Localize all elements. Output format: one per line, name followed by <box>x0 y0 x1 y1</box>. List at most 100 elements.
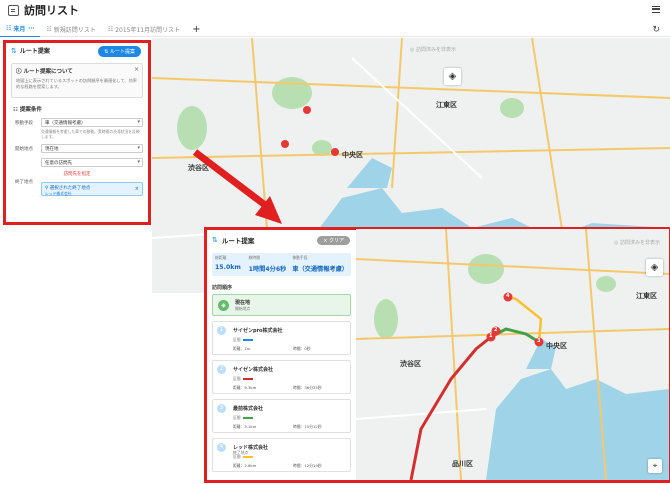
button-label: クリア <box>328 238 344 244</box>
stat-value: 車（交通情報考慮） <box>292 266 348 273</box>
start-sub: 開始地点 <box>235 305 251 311</box>
stop-time: 時間：0秒 <box>293 346 311 351</box>
close-icon[interactable]: × <box>134 66 139 73</box>
next-select[interactable]: 任意の訪問先 <box>41 158 143 167</box>
specify-visit-link[interactable]: 訪問先を指定 <box>6 171 148 177</box>
tab-new-visit-list[interactable]: ☷ 新規訪問リスト <box>40 22 101 37</box>
close-icon[interactable]: × <box>135 186 139 192</box>
settings-icon: ☷ <box>13 107 18 113</box>
stat-value: 1時間4分6秒 <box>248 266 287 273</box>
stop-number: 2 <box>217 365 226 374</box>
stop-number: 3 <box>217 404 226 413</box>
stop-name: サイゼン株式会社 <box>233 367 274 373</box>
end-label: 終了地点 <box>15 180 33 185</box>
tab-next-month[interactable]: ☷ 来月 ⋯ <box>0 22 41 37</box>
pin-1[interactable]: 1 <box>489 333 492 339</box>
clear-button[interactable]: × クリア <box>317 236 350 245</box>
route-stats: 総距離 15.0km 総時間 1時間4分6秒 移動手段 車（交通情報考慮） <box>212 253 351 276</box>
route-suggest-button[interactable]: ⇅ ルート提案 <box>98 46 141 57</box>
leg-color-line <box>243 456 253 458</box>
stop-list: 1 サイゼンpro株式会社 区間 距離：1m 時間：0秒 2 サイゼン株式会社 区間 距離：9.… <box>207 321 356 472</box>
stop-distance: 距離：1m <box>233 346 251 351</box>
stop-card[interactable]: 4 レッド株式会社 終了地点 区間 距離：2.6km 時間：12分19秒 <box>212 438 351 472</box>
result-header: ⇅ ルート提案 × クリア <box>207 230 356 250</box>
layers-icon[interactable]: ◈ <box>646 259 663 276</box>
panel-header: ⇅ ルート提案 ⇅ ルート提案 <box>6 43 148 58</box>
map-label-chuo: 中央区 <box>546 342 567 350</box>
leg-label: 区間 <box>233 415 241 420</box>
tab-2015-11-visit-list[interactable]: ☷ 2015年11月訪問リスト <box>102 22 186 37</box>
layers-icon[interactable]: ◈ <box>444 68 461 85</box>
stop-distance: 距離：3.1km <box>233 424 257 429</box>
map-front[interactable]: 1 2 3 4 ◎ 訪問済みを非表示 ◈ ⌖ 中央区 江東区 渋谷区 品川区 <box>356 229 669 480</box>
app-title: 訪問リスト <box>24 4 79 17</box>
list-icon: ☷ <box>46 25 52 33</box>
start-select[interactable]: 現在地 <box>41 144 143 153</box>
start-row: 開始地点 現在地 <box>15 144 143 153</box>
menu-icon[interactable] <box>652 6 660 13</box>
stop-card[interactable]: 3 最前株式会社 区間 距離：3.1km 時間：15分12秒 <box>212 399 351 433</box>
start-name: 現在地 <box>235 299 251 306</box>
pin-4[interactable]: 4 <box>506 293 509 299</box>
stop-card[interactable]: 1 サイゼンpro株式会社 区間 距離：1m 時間：0秒 <box>212 321 351 355</box>
tab-label: 2015年11月訪問リスト <box>115 26 181 34</box>
refresh-icon[interactable]: ↻ <box>652 25 660 35</box>
stop-time: 時間：36分35秒 <box>293 385 322 390</box>
tab-label: 新規訪問リスト <box>53 26 96 34</box>
toggle-label: 訪問済みを非表示 <box>619 240 660 246</box>
list-icon: ☷ <box>107 25 114 33</box>
leg-label: 区間 <box>233 454 241 459</box>
tab-label: 来月 <box>13 26 26 33</box>
stop-name: サイゼンpro株式会社 <box>233 328 283 334</box>
leg-color-line <box>243 417 253 419</box>
stat-value: 15.0km <box>215 264 241 271</box>
start-point-card[interactable]: ◈ 現在地 開始地点 <box>212 294 351 316</box>
route-result-panel: ⇅ ルート提案 × クリア 総距離 15.0km 総時間 1時間4分6秒 移動手… <box>207 230 356 480</box>
transport-select[interactable]: 車（交通情報考慮） <box>41 118 143 127</box>
route-swap-icon: ⇅ <box>11 46 17 55</box>
transport-row: 移動手段 車（交通情報考慮） <box>15 118 143 127</box>
map-label-shibuya: 渋谷区 <box>188 164 209 172</box>
pin-2[interactable]: 2 <box>494 327 497 333</box>
next-row: 任意の訪問先 <box>15 158 143 167</box>
end-destination[interactable]: ⚲ 選択された終了地点 レッド株式会社 × <box>41 182 143 196</box>
info-box: ⓘ ルート提案について 地図上に表示されているスポットの訪問順序を最適化して、効… <box>11 63 143 98</box>
leg-color-line <box>243 378 253 380</box>
hide-visited-toggle[interactable]: ◎ 訪問済みを非表示 <box>614 239 660 247</box>
leg-label: 区間 <box>233 337 241 342</box>
list-icon: ☷ <box>6 25 12 32</box>
route-suggestion-panel: ⇅ ルート提案 ⇅ ルート提案 ⓘ ルート提案について 地図上に表示されているス… <box>3 40 151 225</box>
button-label: ルート提案 <box>109 49 135 55</box>
stop-time: 時間：12分19秒 <box>293 463 322 468</box>
leg-label: 区間 <box>233 376 241 381</box>
map-label-koto: 江東区 <box>436 101 457 109</box>
locate-icon[interactable]: ⌖ <box>648 459 662 473</box>
info-title: ルート提案について <box>23 69 73 75</box>
more-icon[interactable]: ⋯ <box>28 25 34 32</box>
stop-card[interactable]: 2 サイゼン株式会社 区間距離：9.3km 時間：36分35秒 <box>212 360 351 394</box>
app-header: 訪問リスト <box>0 0 670 20</box>
pin-3[interactable]: 3 <box>537 338 540 344</box>
end-sub: レッド株式会社 <box>45 191 72 196</box>
stat-distance: 総距離 15.0km <box>212 253 246 276</box>
conditions-title: ☷ 提案条件 <box>13 105 148 113</box>
map-front-canvas <box>356 229 669 480</box>
stop-distance: 距離：2.6km <box>233 463 257 468</box>
stop-number: 4 <box>217 443 226 452</box>
map-label-shinagawa: 品川区 <box>452 460 473 468</box>
tab-bar: ☷ 来月 ⋯ ☷ 新規訪問リスト ☷ 2015年11月訪問リスト + <box>0 22 670 37</box>
map-label-chuo: 中央区 <box>342 151 363 159</box>
toggle-label: 訪問済みを非表示 <box>415 47 456 53</box>
hide-visited-toggle[interactable]: ◎ 訪問済みを非表示 <box>410 46 456 54</box>
panel-title: ルート提案 <box>19 48 50 55</box>
info-body: 地図上に表示されているスポットの訪問順序を最適化して、効率的な経路を提案します。 <box>16 78 137 89</box>
start-label: 開始地点 <box>15 146 33 152</box>
stat-time: 総時間 1時間4分6秒 <box>246 253 290 276</box>
conditions-label: 提案条件 <box>19 107 42 113</box>
map-label-koto: 江東区 <box>636 292 657 300</box>
app-list-icon <box>8 4 19 16</box>
info-icon: ⓘ <box>16 69 22 75</box>
result-title: ルート提案 <box>221 237 255 245</box>
add-tab-button[interactable]: + <box>186 24 206 35</box>
stop-distance: 距離：9.3km <box>233 385 257 390</box>
